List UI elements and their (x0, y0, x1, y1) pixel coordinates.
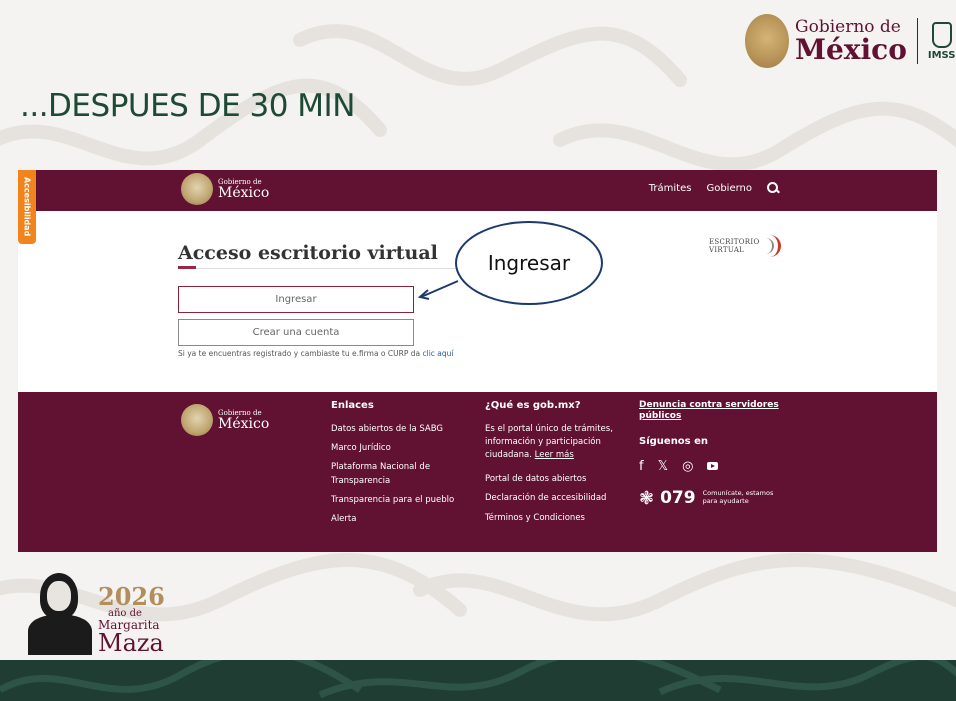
footer-link[interactable]: Términos y Condiciones (485, 512, 615, 525)
site-navbar: Gobierno de México Trámites Gobierno (18, 170, 937, 211)
search-icon[interactable] (767, 182, 779, 194)
hint-text: Si ya te encuentras registrado y cambias… (178, 349, 453, 358)
callout-label: Ingresar (487, 251, 571, 275)
footer-logo[interactable]: Gobierno de México (181, 404, 269, 436)
portrait-icon (26, 571, 94, 655)
nav-links: Trámites Gobierno (634, 182, 779, 194)
hint-link[interactable]: clic aquí (422, 349, 453, 358)
footer-link[interactable]: Alerta (331, 513, 461, 526)
instagram-icon[interactable]: ◎ (682, 459, 693, 474)
leer-mas-link[interactable]: Leer más (535, 450, 574, 460)
que-es-title: ¿Qué es gob.mx? (485, 400, 581, 411)
footer-link[interactable]: Transparencia para el pueblo (331, 494, 461, 507)
flower-icon: ❃ (639, 487, 655, 509)
create-account-button[interactable]: Crear una cuenta (178, 319, 414, 346)
nav-link-gobierno[interactable]: Gobierno (706, 183, 752, 194)
website-screenshot: Gobierno de México Trámites Gobierno Acc… (18, 170, 937, 552)
margarita-maza-logo: 2026 año de Margarita Maza (26, 571, 165, 655)
hint-text-body: Si ya te encuentras registrado y cambias… (178, 349, 423, 358)
gobierno-logo-line2: México (795, 32, 907, 66)
national-seal-icon (745, 14, 789, 68)
heading-underline (178, 268, 456, 269)
page-heading: Acceso escritorio virtual (178, 242, 438, 264)
logo-divider (916, 18, 918, 64)
imss-emblem-icon (931, 21, 952, 48)
logo-year: 2026 (98, 582, 165, 611)
ev-logo-line1: ESCRITORIO (709, 237, 760, 246)
national-seal-icon (181, 404, 213, 436)
footer-link[interactable]: Datos abiertos de la SABG (331, 423, 461, 436)
help-line: ❃ 079 Comunícate, estamos para ayudarte (639, 488, 789, 509)
footer-link[interactable]: Plataforma Nacional de Transparencia (331, 461, 461, 487)
footer-link[interactable]: Portal de datos abiertos (485, 473, 615, 486)
imss-logo: IMSS (927, 21, 956, 61)
ev-logo-line2: VIRTUAL (709, 246, 745, 254)
accessibility-tab-label: Accesibilidad (22, 177, 32, 237)
escritorio-virtual-logo: ESCRITORIO VIRTUAL (709, 235, 782, 257)
footer-link[interactable]: Declaración de accesibilidad (485, 492, 615, 505)
footer-contacto: Denuncia contra servidores públicos Sígu… (639, 400, 789, 509)
site-footer: Gobierno de México Enlaces Datos abierto… (18, 392, 937, 552)
site-logo[interactable]: Gobierno de México (181, 173, 269, 205)
login-button[interactable]: Ingresar (178, 286, 414, 313)
heading-accent (178, 266, 196, 269)
imss-logo-text: IMSS (927, 49, 956, 61)
callout-arrow-icon (417, 280, 459, 300)
footer-link[interactable]: Marco Jurídico (331, 442, 461, 455)
gobierno-logo: Gobierno de México IMSS (745, 14, 956, 68)
youtube-icon[interactable] (707, 462, 719, 471)
ev-logo-icon (763, 235, 782, 257)
enlaces-title: Enlaces (331, 400, 374, 411)
callout-bubble: Ingresar (455, 221, 603, 305)
social-links: f 𝕏 ◎ (639, 459, 789, 474)
help-text-2: para ayudarte (702, 497, 749, 506)
slide-title: ...DESPUES DE 30 MIN (20, 88, 355, 124)
national-seal-icon (181, 173, 213, 205)
facebook-icon[interactable]: f (639, 459, 644, 474)
que-es-description: Es el portal único de trámites, informac… (485, 423, 615, 461)
denuncia-link[interactable]: Denuncia contra servidores públicos (639, 400, 789, 422)
logo-line3: Maza (98, 629, 164, 657)
bottom-band (0, 660, 956, 701)
x-icon[interactable]: 𝕏 (658, 459, 668, 474)
footer-enlaces: Enlaces Datos abiertos de la SABG Marco … (331, 400, 461, 532)
site-logo-line2: México (218, 184, 270, 201)
help-number[interactable]: 079 (660, 488, 696, 508)
footer-logo-line2: México (218, 415, 270, 432)
accessibility-tab[interactable]: Accesibilidad (18, 170, 36, 244)
siguenos-title: Síguenos en (639, 435, 709, 447)
footer-que-es: ¿Qué es gob.mx? Es el portal único de tr… (485, 400, 615, 531)
nav-link-tramites[interactable]: Trámites (649, 183, 692, 194)
